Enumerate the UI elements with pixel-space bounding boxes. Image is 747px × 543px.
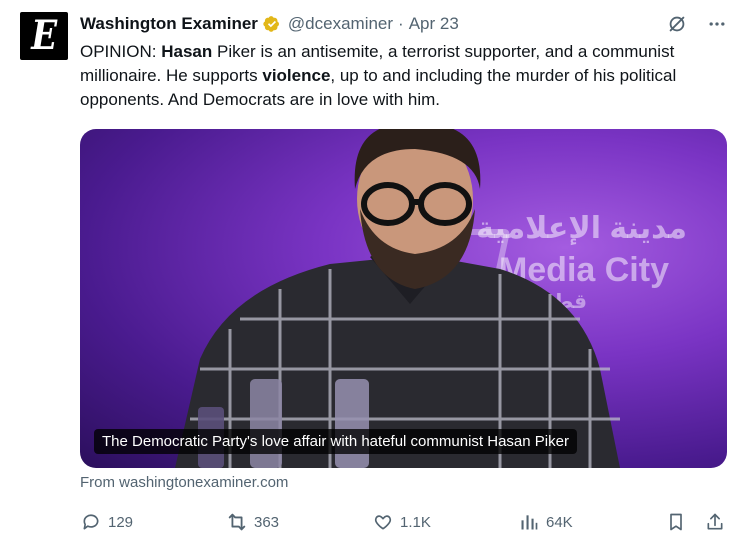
grok-icon[interactable] bbox=[665, 12, 689, 36]
top-right-actions bbox=[665, 12, 729, 36]
tweet-text: OPINION: Hasan Piker is an antisemite, a… bbox=[80, 40, 720, 112]
avatar[interactable]: E bbox=[20, 12, 68, 60]
avatar-letter: E bbox=[31, 12, 57, 59]
more-icon[interactable] bbox=[705, 12, 729, 36]
author-handle[interactable]: @dcexaminer bbox=[288, 14, 393, 34]
tweet-text-bold-2: violence bbox=[262, 66, 331, 85]
action-bar: 129 363 1.1K 64K bbox=[80, 506, 727, 538]
card-source-link[interactable]: From washingtonexaminer.com bbox=[80, 474, 288, 491]
like-icon bbox=[372, 511, 394, 533]
verified-badge-icon[interactable] bbox=[262, 14, 282, 34]
repost-button[interactable]: 363 bbox=[226, 506, 279, 538]
repost-icon bbox=[226, 511, 248, 533]
reply-count: 129 bbox=[108, 513, 134, 531]
tweet-text-bold-1: Hasan bbox=[161, 42, 213, 61]
bookmark-button[interactable] bbox=[665, 506, 687, 538]
views-button[interactable]: 64K bbox=[518, 506, 573, 538]
tweet-header: Washington Examiner @dcexaminer · Apr 23 bbox=[80, 12, 459, 36]
like-count: 1.1K bbox=[400, 513, 431, 531]
share-button[interactable] bbox=[704, 506, 726, 538]
separator-dot: · bbox=[398, 14, 404, 33]
views-icon bbox=[518, 511, 540, 533]
reply-icon bbox=[80, 511, 102, 533]
tweet-text-part-1: OPINION: bbox=[80, 42, 162, 61]
link-card-image[interactable]: مدينة الإعلامية Media City Qatar قطر bbox=[80, 129, 727, 468]
repost-count: 363 bbox=[254, 513, 280, 531]
reply-button[interactable]: 129 bbox=[80, 506, 133, 538]
author-name[interactable]: Washington Examiner bbox=[80, 14, 258, 34]
views-count: 64K bbox=[546, 513, 573, 531]
card-caption: The Democratic Party's love affair with … bbox=[94, 429, 577, 454]
like-button[interactable]: 1.1K bbox=[372, 506, 431, 538]
share-icon bbox=[704, 511, 726, 533]
tweet-date[interactable]: Apr 23 bbox=[409, 14, 459, 34]
bookmark-icon bbox=[665, 511, 687, 533]
person-photo bbox=[175, 129, 620, 468]
